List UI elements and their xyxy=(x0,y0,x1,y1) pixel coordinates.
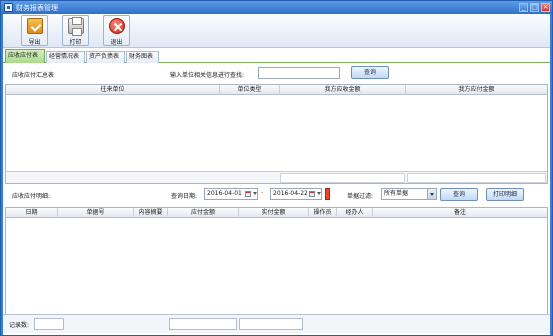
title-bar[interactable]: 财务报表管理 _ □ × xyxy=(1,1,552,14)
document-filter-select[interactable]: 所有单据 xyxy=(381,188,437,200)
close-button[interactable]: × xyxy=(541,3,550,12)
detail-col-operator[interactable]: 操作员 xyxy=(309,208,337,218)
detail-table[interactable]: 日期 单据号 内容摘要 应付金额 实付金额 操作员 经办人 备注 xyxy=(5,207,548,327)
start-date-picker[interactable]: 2016-04-01 xyxy=(204,188,258,200)
summary-total-payable xyxy=(407,173,546,183)
summary-col-receivable[interactable]: 我方应收金额 xyxy=(280,85,406,95)
date-separator: - xyxy=(261,189,264,196)
export-icon xyxy=(27,18,43,34)
print-button[interactable]: 打印 xyxy=(62,15,89,46)
detail-col-amount-paid[interactable]: 实付金额 xyxy=(239,208,309,218)
detail-section-label: 应收应付明细: xyxy=(12,193,51,200)
detail-col-date[interactable]: 日期 xyxy=(6,208,58,218)
minimize-button[interactable]: _ xyxy=(519,3,528,12)
chevron-down-icon xyxy=(253,192,257,195)
export-button[interactable]: 导出 xyxy=(21,15,48,46)
summary-total-receivable xyxy=(280,173,405,183)
tab-balance-sheet[interactable]: 资产负债表 xyxy=(86,51,125,63)
summary-section-label: 应收应付汇总表 xyxy=(12,72,55,79)
detail-table-header: 日期 单据号 内容摘要 应付金额 实付金额 操作员 经办人 备注 xyxy=(6,208,547,218)
export-label: 导出 xyxy=(28,39,41,46)
tab-operations[interactable]: 经营情况表 xyxy=(46,51,85,63)
print-label: 打印 xyxy=(69,39,82,46)
app-window: 财务报表管理 _ □ × 导出 打印 退出 应收应付表 经营情况表 资产负债表 … xyxy=(0,0,553,336)
printer-icon xyxy=(68,17,84,36)
summary-col-unit-type[interactable]: 单位类型 xyxy=(220,85,280,95)
summary-query-button[interactable]: 查询 xyxy=(351,66,389,79)
summary-col-payable[interactable]: 我方应付金额 xyxy=(406,85,547,95)
date-range-marker xyxy=(325,188,330,200)
summary-table-header: 往来单位 单位类型 我方应收金额 我方应付金额 xyxy=(6,85,547,95)
window-title: 财务报表管理 xyxy=(16,4,58,12)
exit-icon xyxy=(109,18,125,34)
summary-table[interactable]: 往来单位 单位类型 我方应收金额 我方应付金额 xyxy=(5,84,548,184)
summary-search-hint: 输入单位相关信息进行查找: xyxy=(170,72,245,79)
summary-search-input[interactable] xyxy=(258,67,340,79)
tab-receivables-payables[interactable]: 应收应付表 xyxy=(5,49,45,63)
filter-label: 单据过滤: xyxy=(347,193,374,200)
summary-totals-row xyxy=(6,171,547,183)
detail-col-remarks[interactable]: 备注 xyxy=(373,208,547,218)
tab-strip: 应收应付表 经营情况表 资产负债表 财务图表 xyxy=(3,49,550,63)
exit-button[interactable]: 退出 xyxy=(103,15,130,46)
detail-col-handler[interactable]: 经办人 xyxy=(337,208,373,218)
filter-value: 所有单据 xyxy=(384,190,409,197)
chevron-down-icon xyxy=(317,192,321,195)
status-total-due xyxy=(169,318,237,330)
query-date-label: 查询日期: xyxy=(171,193,198,200)
status-total-paid xyxy=(239,318,303,330)
client-area: 导出 打印 退出 应收应付表 经营情况表 资产负债表 财务图表 应收应付汇总表 … xyxy=(3,14,550,335)
detail-query-button[interactable]: 查询 xyxy=(440,188,478,201)
calendar-icon xyxy=(245,191,251,197)
detail-col-summary[interactable]: 内容摘要 xyxy=(134,208,168,218)
start-date-value: 2016-04-01 xyxy=(207,190,242,197)
end-date-value: 2016-04-22 xyxy=(273,190,308,197)
toolbar: 导出 打印 退出 xyxy=(3,14,550,48)
record-count-label: 记录数: xyxy=(9,322,30,329)
detail-col-doc-number[interactable]: 单据号 xyxy=(58,208,134,218)
chevron-down-icon[interactable] xyxy=(427,189,436,199)
detail-col-amount-due[interactable]: 应付金额 xyxy=(168,208,239,218)
record-count-value xyxy=(34,318,64,330)
tab-financial-charts[interactable]: 财务图表 xyxy=(126,51,159,63)
maximize-button[interactable]: □ xyxy=(530,3,539,12)
end-date-picker[interactable]: 2016-04-22 xyxy=(270,188,322,200)
summary-col-unit[interactable]: 往来单位 xyxy=(6,85,220,95)
print-detail-button[interactable]: 打印明细 xyxy=(486,188,524,201)
status-bar: 记录数: xyxy=(3,314,550,333)
exit-label: 退出 xyxy=(110,39,123,46)
calendar-icon xyxy=(309,191,315,197)
app-icon xyxy=(4,3,13,12)
